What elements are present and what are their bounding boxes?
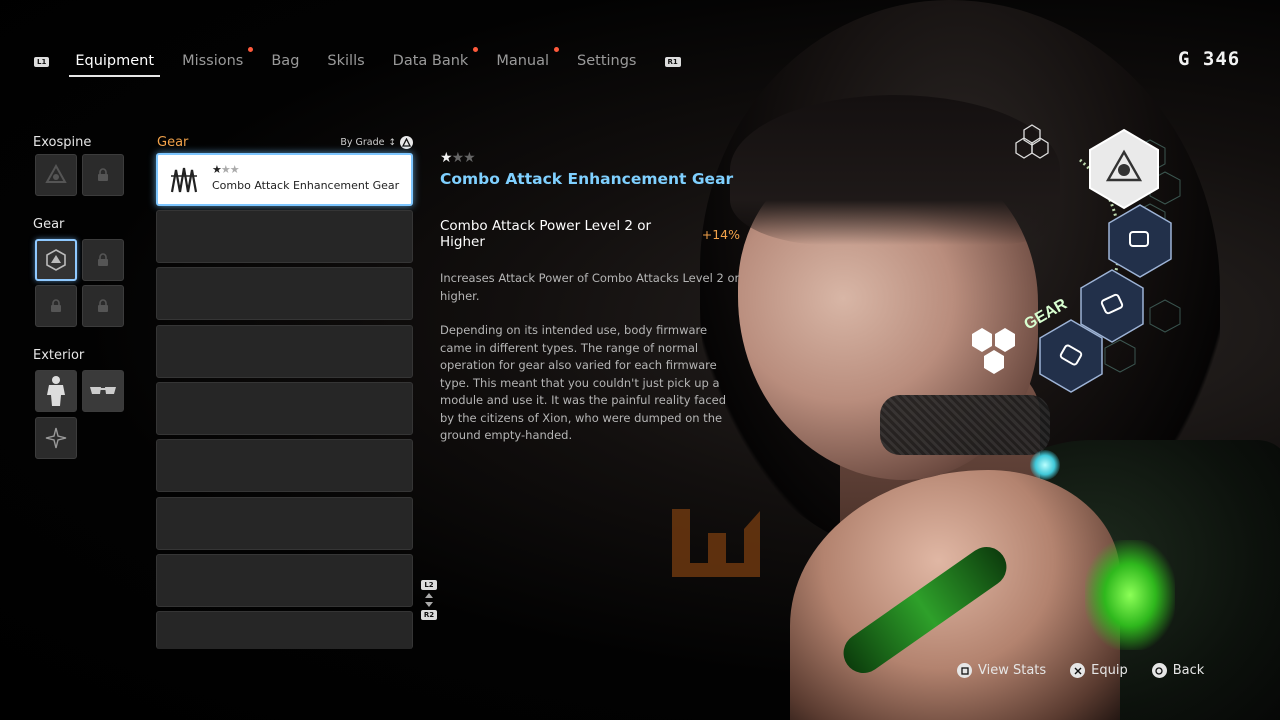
gear-slot-wheel: GEAR [972,124,1181,393]
white-hex-cluster-icon [972,328,1015,374]
gear-list-item[interactable] [156,611,413,649]
view-stats-prompt[interactable]: View Stats [957,663,1046,678]
tab-skills[interactable]: Skills [321,47,370,77]
cross-button-icon [1070,663,1086,678]
tab-bag[interactable]: Bag [265,47,305,77]
gear-category-label: Gear [33,217,65,232]
circle-button-icon [1151,663,1167,678]
currency-symbol: G [1178,48,1191,70]
exterior-slot-glasses[interactable] [82,370,124,412]
gear-slot-1[interactable] [35,239,77,281]
gear-item-name: Combo Attack Enhancement Gear [212,179,400,192]
exospine-label: Exospine [33,135,92,150]
gear-list-item[interactable] [156,382,413,435]
description-lore: Depending on its intended use, body firm… [440,323,727,442]
suit-icon [47,376,65,406]
description-effect: Increases Attack Power of Combo Attacks … [440,271,740,303]
gear-grade-stars: ★★★ [212,163,240,176]
tab-label: Settings [577,53,637,69]
tab-equipment[interactable]: Equipment [69,47,160,77]
tab-missions[interactable]: Missions [176,47,254,77]
combo-gear-icon [170,167,198,193]
lock-icon [98,299,108,312]
notification-dot [554,47,560,52]
stat-label: Combo Attack Power Level 2 or Higher [440,218,652,250]
l1-button-hint: L1 [34,57,50,67]
button-prompts: View Stats Equip Back [957,663,1204,678]
exospine-icon [45,163,67,183]
gear-list-title: Gear [157,135,189,150]
gear-detail-panel: ★★★ Combo Attack Enhancement Gear Combo … [440,150,740,445]
tab-label: Manual [496,53,550,69]
tab-data-bank[interactable]: Data Bank [387,47,479,77]
r1-button-hint: R1 [664,57,681,67]
tab-label: Data Bank [392,53,469,69]
exterior-slot-suit[interactable] [35,370,77,412]
sort-label: By Grade [340,137,385,148]
gear-slot-2[interactable] [82,239,124,281]
gear-list-item[interactable] [156,554,413,607]
gear-hex-icon [46,249,66,271]
scroll-arrows-icon [425,593,433,607]
tab-label: Equipment [75,53,155,69]
exterior-slot-accessory[interactable] [35,417,77,459]
gear-list-item[interactable] [156,210,413,263]
detail-description: Increases Attack Power of Combo Attacks … [440,270,740,445]
gear-slot-icon-2 [1108,204,1172,278]
lock-icon [98,253,108,266]
notification-dot [248,47,254,52]
sort-arrows-icon: ↕ [388,137,396,148]
top-navigation: L1 Equipment Missions Bag Skills Data Ba… [34,44,681,80]
currency-amount: 346 [1202,48,1241,70]
equip-prompt[interactable]: Equip [1070,663,1128,678]
currency-display: G 346 [1178,48,1240,70]
back-prompt[interactable]: Back [1151,663,1205,678]
view-stats-label: View Stats [978,663,1047,678]
equip-label: Equip [1091,663,1128,678]
r2-button-hint: R2 [420,610,438,620]
back-label: Back [1172,663,1205,678]
square-button-icon [957,663,972,678]
l2-button-hint: L2 [421,580,437,590]
exospine-slot-2[interactable] [82,154,124,196]
detail-grade-stars: ★★★ [440,150,476,166]
lock-icon [51,299,61,312]
tab-manual[interactable]: Manual [490,47,560,77]
gear-slot-4[interactable] [82,285,124,327]
tab-label: Skills [327,53,365,69]
lock-icon [98,168,108,181]
stat-value: +14% [701,226,740,242]
tab-label: Missions [182,53,244,69]
gear-slot-3[interactable] [35,285,77,327]
gear-list-item[interactable] [156,439,413,492]
small-hex-icon [1015,124,1049,159]
glasses-icon [90,387,116,394]
scroll-hints: L2 R2 [420,580,438,620]
exterior-label: Exterior [33,348,85,363]
tab-settings[interactable]: Settings [571,47,642,77]
triangle-button-icon [400,136,413,149]
exospine-slot-1[interactable] [35,154,77,196]
notification-dot [473,47,479,52]
gear-list-item-selected[interactable]: ★★★ Combo Attack Enhancement Gear [156,153,413,206]
logo-watermark [672,509,760,577]
sort-control[interactable]: By Grade ↕ [340,136,413,149]
detail-title: Combo Attack Enhancement Gear [440,170,734,188]
gear-list-item[interactable] [156,497,413,550]
gear-list-item[interactable] [156,325,413,378]
detail-stat-row: Combo Attack Power Level 2 or Higher +14… [440,218,740,250]
gear-list-item[interactable] [156,267,413,320]
gear-list-header: Gear By Grade ↕ [157,135,413,150]
sparkle-icon [45,427,67,449]
tab-label: Bag [271,53,300,69]
